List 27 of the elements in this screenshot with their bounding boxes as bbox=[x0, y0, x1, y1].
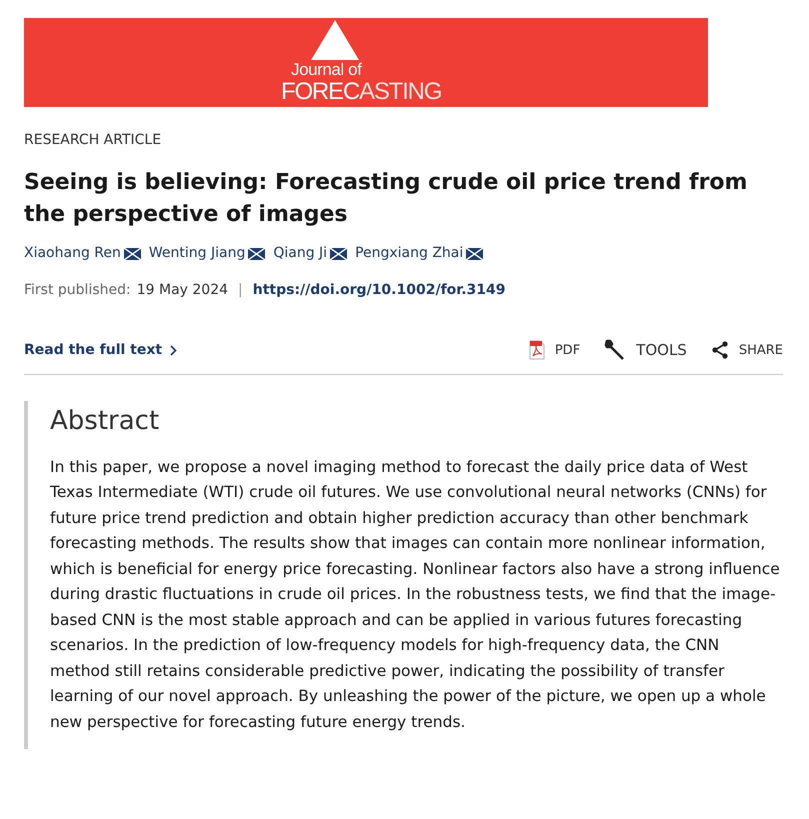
share-button[interactable]: SHARE bbox=[710, 340, 783, 360]
envelope-icon[interactable] bbox=[124, 248, 141, 260]
envelope-icon[interactable] bbox=[330, 248, 348, 260]
envelope-icon[interactable] bbox=[466, 248, 484, 260]
pdf-button[interactable]: PDF bbox=[528, 340, 580, 360]
doi-link[interactable]: https://doi.org/10.1002/for.3149 bbox=[252, 280, 506, 301]
triangle-logo-icon bbox=[311, 20, 359, 60]
logo-text: Journal of bbox=[291, 60, 362, 79]
article-type: RESEARCH ARTICLE bbox=[24, 131, 162, 150]
author-link[interactable]: Wenting Jiang bbox=[148, 243, 246, 264]
chevron-right-icon bbox=[170, 344, 178, 356]
author-link[interactable]: Xiaohang Ren bbox=[24, 243, 121, 264]
abstract-heading: Abstract bbox=[50, 404, 160, 438]
read-full-text-link[interactable]: Read the full text bbox=[24, 340, 178, 361]
author-link[interactable]: Qiang Ji bbox=[273, 243, 328, 264]
share-icon bbox=[710, 341, 729, 360]
author-link[interactable]: Pengxiang Zhai bbox=[355, 243, 464, 264]
logo-text: FORECASTING bbox=[281, 79, 442, 105]
wrench-icon bbox=[604, 339, 626, 362]
tools-button[interactable]: TOOLS bbox=[604, 339, 687, 362]
published-date: 19 May 2024 bbox=[136, 281, 228, 300]
separator: | bbox=[238, 281, 243, 300]
abstract-text: In this paper, we propose a novel imaging method to forecast the daily price data of West Texas Intermediate (WTI) crude oil futures. We use convolutional neural networks (CNNs) for future price trend prediction and obtain higher prediction accuracy than other benchmark forecasting methods. The results show that images can contain more nonlinear information, which is beneficial for energy price forecasting. Nonlinear factors also have a strong influence during drastic fluctuations in crude oil prices. In the robustness tests, we find that the image-based CNN is the most stable approach and can be applied in various futures forecasting scenarios. In the prediction of low-frequency models for high-frequency data, the CNN method still retains considerable predictive power, indicating the possibility of transfer learning of our novel approach. By unleashing the power of the picture, we open up a whole new perspective for forecasting future energy trends. bbox=[50, 456, 781, 732]
published-label: First published: bbox=[24, 281, 131, 300]
pdf-file-icon bbox=[528, 340, 545, 360]
article-title: Seeing is believing: Forecasting crude oil price trend from the perspective of images bbox=[24, 169, 748, 229]
envelope-icon[interactable] bbox=[248, 248, 266, 260]
